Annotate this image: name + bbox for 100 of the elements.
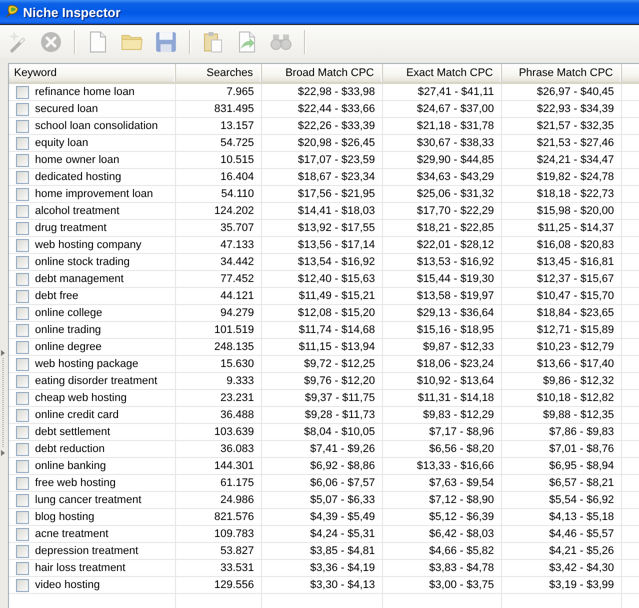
row-checkbox[interactable]: [16, 476, 29, 490]
row-checkbox[interactable]: [16, 358, 29, 370]
searches-cell: 34.442: [176, 254, 262, 270]
row-checkbox[interactable]: [16, 136, 29, 150]
row-checkbox[interactable]: [16, 460, 29, 472]
exact-match-cell: $6,56 - $8,20: [383, 441, 502, 457]
row-checkbox[interactable]: [16, 426, 29, 438]
keyword-text: online college: [35, 307, 102, 319]
phrase-match-cell: $4,46 - $5,57: [502, 526, 622, 542]
searches-cell: 15.630: [176, 356, 262, 372]
exact-match-cell: $11,31 - $14,18: [383, 390, 502, 406]
broad-match-cell: $12,40 - $15,63: [262, 271, 383, 287]
exact-match-cell: $7,17 - $8,96: [383, 424, 502, 440]
keyword-text: free web hosting: [35, 477, 116, 489]
searches-cell: 101.519: [176, 322, 262, 338]
row-checkbox[interactable]: [16, 374, 29, 388]
searches-cell: 124.202: [176, 203, 262, 219]
row-checkbox[interactable]: [16, 562, 29, 574]
exact-match-cell: $6,42 - $8,03: [383, 526, 502, 542]
column-header[interactable]: Keyword: [9, 64, 176, 82]
keyword-text: web hosting package: [35, 358, 138, 370]
column-header[interactable]: Phrase Match CPC: [502, 64, 622, 82]
row-checkbox[interactable]: [16, 188, 29, 200]
exact-match-cell: $27,41 - $41,11: [383, 84, 502, 100]
keyword-text: lung cancer treatment: [35, 494, 142, 506]
searches-cell: 16.404: [176, 169, 262, 185]
row-checkbox[interactable]: [16, 290, 29, 302]
broad-match-cell: $9,76 - $12,20: [262, 373, 383, 389]
phrase-match-cell: $12,37 - $15,67: [502, 271, 622, 287]
exact-match-cell: $13,53 - $16,92: [383, 254, 502, 270]
row-checkbox[interactable]: [16, 408, 29, 422]
exact-match-cell: $5,12 - $6,39: [383, 509, 502, 525]
phrase-match-cell: $7,01 - $8,76: [502, 441, 622, 457]
exact-match-cell: $13,58 - $19,97: [383, 288, 502, 304]
keyword-text: online banking: [35, 460, 106, 472]
row-checkbox[interactable]: [16, 544, 29, 558]
keyword-text: video hosting: [35, 579, 100, 591]
exact-match-cell: $34,63 - $43,29: [383, 169, 502, 185]
exact-match-cell: $15,44 - $19,30: [383, 271, 502, 287]
row-checkbox[interactable]: [16, 86, 29, 98]
phrase-match-cell: $22,93 - $34,39: [502, 101, 622, 117]
column-header[interactable]: Exact Match CPC: [383, 64, 502, 82]
phrase-match-cell: $3,19 - $3,99: [502, 577, 622, 593]
keyword-text: online credit card: [35, 409, 119, 421]
broad-match-cell: $11,49 - $15,21: [262, 288, 383, 304]
document-arrow-icon: [236, 30, 258, 52]
row-checkbox[interactable]: [16, 442, 29, 456]
phrase-match-cell: $11,25 - $14,37: [502, 220, 622, 236]
exact-match-cell: $25,06 - $31,32: [383, 186, 502, 202]
searches-cell: 103.639: [176, 424, 262, 440]
broad-match-cell: $17,07 - $23,59: [262, 152, 383, 168]
phrase-match-cell: $10,23 - $12,79: [502, 339, 622, 355]
exact-match-cell: $29,90 - $44,85: [383, 152, 502, 168]
broad-match-cell: $18,67 - $23,34: [262, 169, 383, 185]
row-checkbox[interactable]: [16, 306, 29, 320]
exact-match-cell: $4,66 - $5,82: [383, 543, 502, 559]
broad-match-cell: $9,72 - $12,25: [262, 356, 383, 372]
row-checkbox[interactable]: [16, 392, 29, 404]
phrase-match-cell: $26,97 - $40,45: [502, 84, 622, 100]
phrase-match-cell: $10,47 - $15,70: [502, 288, 622, 304]
broad-match-cell: $20,98 - $26,45: [262, 135, 383, 151]
row-checkbox[interactable]: [16, 528, 29, 540]
exact-match-cell: $3,00 - $3,75: [383, 577, 502, 593]
row-checkbox[interactable]: [16, 204, 29, 218]
exact-match-cell: $13,33 - $16,66: [383, 458, 502, 474]
keyword-text: cheap web hosting: [35, 392, 127, 404]
searches-cell: 36.083: [176, 441, 262, 457]
row-checkbox[interactable]: [16, 272, 29, 286]
searches-cell: 44.121: [176, 288, 262, 304]
keyword-text: dedicated hosting: [35, 171, 122, 183]
row-checkbox[interactable]: [16, 324, 29, 336]
phrase-match-cell: $4,21 - $5,26: [502, 543, 622, 559]
row-checkbox[interactable]: [16, 510, 29, 524]
searches-cell: 23.231: [176, 390, 262, 406]
phrase-match-cell: $9,88 - $12,35: [502, 407, 622, 423]
column-header[interactable]: Broad Match CPC: [262, 64, 383, 82]
keyword-text: web hosting company: [35, 239, 142, 251]
row-checkbox[interactable]: [16, 102, 29, 116]
broad-match-cell: $13,54 - $16,92: [262, 254, 383, 270]
row-checkbox[interactable]: [16, 222, 29, 234]
row-checkbox[interactable]: [16, 238, 29, 252]
app-logo-icon: [3, 4, 19, 20]
row-checkbox[interactable]: [16, 154, 29, 166]
broad-match-cell: $3,85 - $4,81: [262, 543, 383, 559]
row-checkbox[interactable]: [16, 170, 29, 184]
searches-cell: 831.495: [176, 101, 262, 117]
searches-cell: 9.333: [176, 373, 262, 389]
exact-match-cell: $17,70 - $22,29: [383, 203, 502, 219]
row-checkbox[interactable]: [16, 340, 29, 354]
row-checkbox[interactable]: [16, 578, 29, 592]
searches-cell: 54.110: [176, 186, 262, 202]
row-checkbox[interactable]: [16, 256, 29, 268]
keyword-text: blog hosting: [35, 511, 94, 523]
row-checkbox[interactable]: [16, 494, 29, 506]
keyword-text: hair loss treatment: [35, 562, 126, 574]
phrase-match-cell: $10,18 - $12,82: [502, 390, 622, 406]
broad-match-cell: $8,04 - $10,05: [262, 424, 383, 440]
column-header[interactable]: Searches: [176, 64, 262, 82]
phrase-match-cell: $7,86 - $9,83: [502, 424, 622, 440]
row-checkbox[interactable]: [16, 120, 29, 132]
